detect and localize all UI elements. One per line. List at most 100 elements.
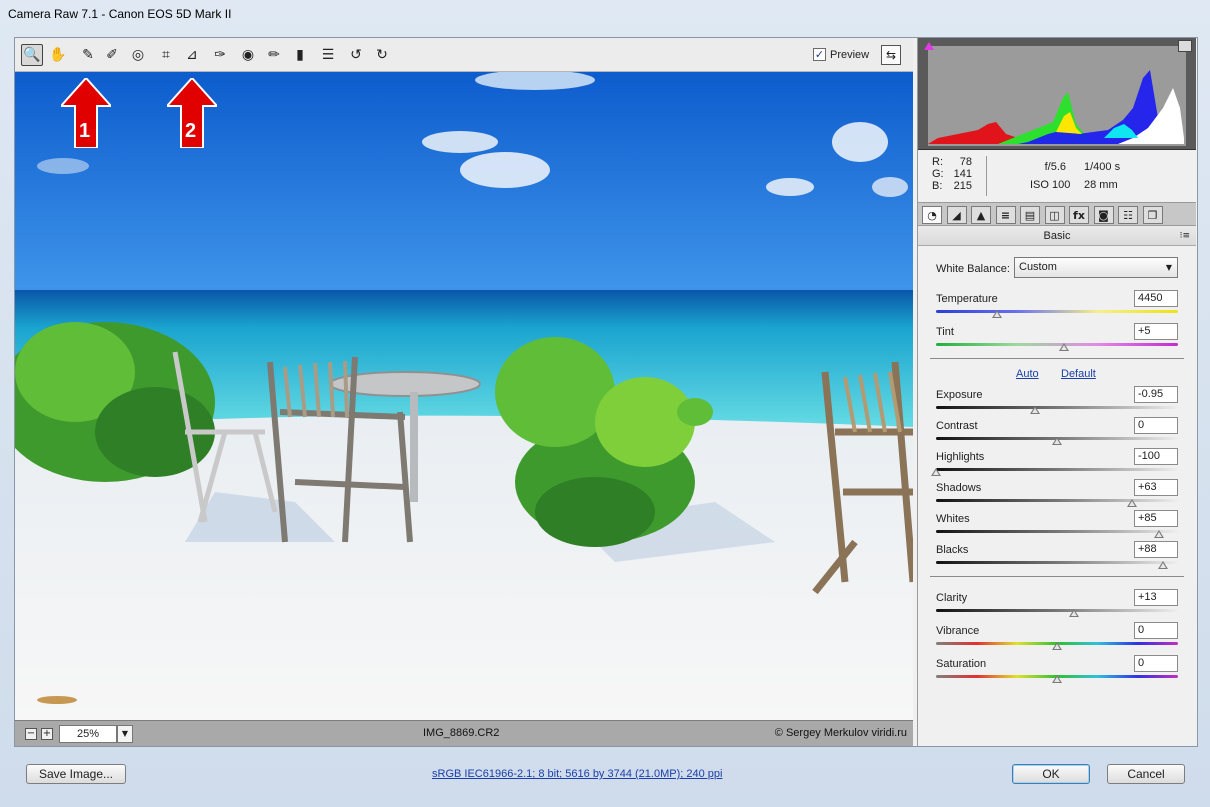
auto-link[interactable]: Auto — [1016, 368, 1039, 380]
brush-icon: ✏ — [268, 47, 280, 63]
preview-checkbox[interactable]: ✓ — [813, 48, 826, 61]
exposure-label: Exposure — [936, 389, 983, 401]
vibrance-value-field[interactable]: 0 — [1134, 622, 1178, 639]
panel-tab-bar: ◔ ◢ ▲ ≡ ▤ ◫ fx ◙ ☷ ❐ — [918, 202, 1196, 226]
save-image-button[interactable]: Save Image... — [26, 764, 126, 784]
zoom-in-button[interactable]: + — [41, 728, 53, 740]
tone-curve-icon: ◢ — [952, 208, 961, 222]
blacks-slider-track[interactable] — [936, 561, 1178, 564]
image-preview[interactable]: 1 2 — [15, 72, 913, 720]
zoom-tool-button[interactable]: 🔍 — [21, 44, 43, 66]
clarity-label: Clarity — [936, 592, 968, 604]
exposure-slider-track[interactable] — [936, 406, 1178, 409]
preview-toggle[interactable]: ✓ Preview — [813, 48, 869, 61]
camera-calibration-icon: ◙ — [1098, 208, 1109, 222]
straighten-tool-button[interactable]: ⊿ — [181, 44, 203, 66]
workflow-options-link[interactable]: sRGB IEC61966-2.1; 8 bit; 5616 by 3744 (… — [432, 768, 722, 780]
highlights-value-field[interactable]: -100 — [1134, 448, 1178, 465]
whites-value-field[interactable]: +85 — [1134, 510, 1178, 527]
blacks-slider-thumb[interactable] — [1158, 561, 1169, 569]
split-toning-icon: ▤ — [1024, 208, 1036, 222]
shadow-clipping-warning-icon[interactable] — [924, 42, 934, 50]
red-eye-tool-button[interactable]: ◉ — [237, 44, 259, 66]
whites-slider-track[interactable] — [936, 530, 1178, 533]
tab-snapshots[interactable]: ❐ — [1142, 206, 1163, 224]
fullscreen-toggle-button[interactable]: ⇆ — [881, 45, 901, 65]
vibrance-label: Vibrance — [936, 625, 980, 637]
clarity-slider-thumb[interactable] — [1068, 609, 1079, 617]
highlights-slider-thumb[interactable] — [931, 468, 941, 476]
tab-split-toning[interactable]: ▤ — [1020, 206, 1040, 224]
arrow-number-1: 1 — [79, 120, 91, 142]
shadows-slider-track[interactable] — [936, 499, 1178, 502]
clarity-slider-track[interactable] — [936, 609, 1178, 612]
rotate-left-icon: ↺ — [350, 47, 362, 63]
preview-label: Preview — [830, 48, 870, 61]
rotate-cw-tool-button[interactable]: ↻ — [371, 44, 393, 66]
tab-hsl[interactable]: ≡ — [995, 206, 1016, 224]
vibrance-slider-thumb[interactable] — [1052, 642, 1062, 650]
magnifier-icon: 🔍 — [23, 47, 41, 63]
rgb-values: R: 78 G: 141 B: 215 — [932, 156, 972, 192]
panel-menu-icon[interactable]: ⁝≡ — [1180, 226, 1190, 246]
annotation-arrow-2: 2 — [167, 78, 217, 148]
temperature-slider-thumb[interactable] — [991, 310, 1002, 318]
graduated-filter-tool-button[interactable]: ▮ — [289, 44, 311, 66]
exposure-slider-thumb[interactable] — [1030, 406, 1041, 414]
red-value: 78 — [959, 156, 972, 168]
presets-icon: ☷ — [1123, 208, 1133, 222]
crop-tool-button[interactable]: ⌗ — [155, 44, 177, 66]
hand-tool-button[interactable]: ✋ — [47, 44, 69, 66]
highlights-slider-track[interactable] — [936, 468, 1178, 471]
default-link[interactable]: Default — [1061, 368, 1096, 380]
zoom-level-field[interactable]: 25% — [59, 725, 117, 743]
status-bar: − + 25% ▼ IMG_8869.CR2 © Sergey Merkulov… — [15, 720, 913, 746]
adjustment-brush-tool-button[interactable]: ✏ — [263, 44, 285, 66]
detail-icon: ▲ — [976, 208, 986, 222]
contrast-slider-thumb[interactable] — [1052, 437, 1062, 445]
targeted-adjustment-tool-button[interactable]: ◎ — [127, 44, 149, 66]
iso-value: ISO 100 — [1030, 179, 1071, 191]
tab-effects[interactable]: fx — [1069, 206, 1089, 224]
preferences-tool-button[interactable]: ☰ — [317, 44, 339, 66]
ok-button[interactable]: OK — [1012, 764, 1090, 784]
tab-tone-curve[interactable]: ◢ — [946, 206, 967, 224]
shadows-slider-thumb[interactable] — [1127, 499, 1138, 507]
rotate-ccw-tool-button[interactable]: ↺ — [345, 44, 367, 66]
shadows-value-field[interactable]: +63 — [1134, 479, 1178, 496]
temperature-slider-track[interactable] — [936, 310, 1178, 313]
saturation-value-field[interactable]: 0 — [1134, 655, 1178, 672]
tint-slider-track[interactable] — [936, 343, 1178, 346]
whites-slider-thumb[interactable] — [1153, 530, 1164, 538]
temperature-value-field[interactable]: 4450 — [1134, 290, 1178, 307]
blacks-value-field[interactable]: +88 — [1134, 541, 1178, 558]
cancel-button[interactable]: Cancel — [1107, 764, 1185, 784]
spot-removal-tool-button[interactable]: ✑ — [209, 44, 231, 66]
list-icon: ☰ — [321, 47, 335, 63]
zoom-dropdown-button[interactable]: ▼ — [117, 725, 133, 743]
tab-camera-calibration[interactable]: ◙ — [1093, 206, 1114, 224]
tab-presets[interactable]: ☷ — [1118, 206, 1138, 224]
whites-label: Whites — [936, 513, 970, 525]
tab-detail[interactable]: ▲ — [971, 206, 991, 224]
highlights-label: Highlights — [936, 451, 985, 463]
blue-value: 215 — [953, 180, 972, 192]
blacks-label: Blacks — [936, 544, 969, 556]
white-balance-select[interactable]: Custom ▼ — [1014, 257, 1178, 278]
tint-slider-thumb[interactable] — [1059, 343, 1070, 351]
saturation-slider-thumb[interactable] — [1052, 675, 1062, 683]
zoom-out-button[interactable]: − — [25, 728, 37, 740]
clarity-value-field[interactable]: +13 — [1134, 589, 1178, 606]
tint-value-field[interactable]: +5 — [1134, 323, 1178, 340]
highlight-clipping-warning-icon[interactable] — [1178, 40, 1192, 52]
tab-basic[interactable]: ◔ — [922, 206, 942, 224]
white-balance-tool-button[interactable]: ✎ — [77, 44, 99, 66]
basic-icon: ◔ — [927, 208, 937, 222]
color-sampler-tool-button[interactable]: ✐ — [101, 44, 123, 66]
contrast-value-field[interactable]: 0 — [1134, 417, 1178, 434]
eyedropper-icon: ✎ — [82, 47, 94, 63]
spot-removal-icon: ✑ — [214, 47, 226, 63]
exposure-value-field[interactable]: -0.95 — [1134, 386, 1178, 403]
tab-lens-corrections[interactable]: ◫ — [1044, 206, 1065, 224]
rotate-right-icon: ↻ — [376, 47, 388, 63]
